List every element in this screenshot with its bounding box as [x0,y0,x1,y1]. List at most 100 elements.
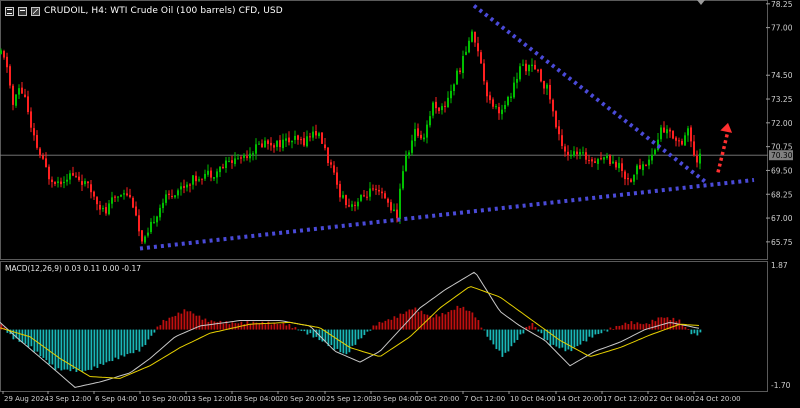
bullish-candle [603,157,605,160]
macd-histogram-negative-bar [348,329,351,353]
time-axis-label: 7 Oct 12:00 [464,395,505,403]
macd-histogram-positive-bar [285,325,288,330]
macd-histogram-positive-bar [189,311,192,330]
bullish-candle [225,160,227,168]
macd-histogram-negative-bar [111,329,114,362]
bullish-candle [666,129,668,134]
bearish-candle [480,52,482,64]
bearish-candle [75,175,77,177]
macd-histogram-negative-bar [57,329,60,369]
macd-histogram-negative-bar [354,329,357,345]
minimize-icon[interactable] [18,6,27,16]
bearish-candle [12,85,14,105]
bullish-candle [522,64,524,66]
bearish-candle [645,165,647,167]
macd-histogram-positive-bar [618,325,621,330]
bearish-candle [315,130,317,136]
bullish-candle [120,194,122,197]
bearish-candle [549,84,551,100]
bullish-candle [15,94,17,106]
macd-histogram-positive-bar [447,311,450,330]
macd-histogram-negative-bar [693,329,696,334]
bullish-candle [180,186,182,190]
macd-histogram-positive-bar [531,323,534,330]
bearish-candle [543,80,545,89]
current-price-label: 70.30 [771,151,793,160]
macd-histogram-positive-bar [234,323,237,330]
chart-window[interactable]: 78.25 77.00 74.50 73.25 72.00 70.75 69.50 68.25… [0,0,800,408]
time-axis-label: 2 Oct 20:00 [418,395,459,403]
bullish-candle [495,106,497,108]
bullish-candle [204,173,206,179]
macd-histogram-negative-bar [489,329,492,341]
bearish-candle [696,155,698,163]
bullish-candle [165,194,167,203]
macd-histogram-negative-bar [597,329,600,335]
macd-histogram-positive-bar [222,323,225,330]
bearish-candle [297,135,299,140]
bullish-candle [156,216,158,223]
bearish-candle [444,105,446,107]
bearish-candle [210,170,212,178]
bearish-candle [99,204,101,210]
macd-histogram-negative-bar [144,329,147,346]
time-axis-label: 22 Oct 04:00 [649,395,695,403]
bullish-projection-arrow[interactable] [716,130,730,173]
bullish-candle [318,133,320,137]
macd-histogram-negative-bar [102,329,105,365]
macd-histogram-positive-bar [288,324,291,330]
macd-histogram-negative-bar [93,329,96,367]
macd-histogram-negative-bar [504,329,507,353]
macd-histogram-positive-bar [171,316,174,330]
ascending-support-line[interactable] [139,177,755,251]
macd-histogram-negative-bar [600,329,603,334]
bullish-candle [570,155,572,157]
bullish-candle [123,193,125,195]
bullish-candle [408,152,410,156]
bullish-candle [510,96,512,98]
price-chart-canvas[interactable]: 78.2577.0074.5073.2572.0070.7569.5068.25… [0,0,800,408]
macd-histogram-negative-bar [564,329,567,352]
chart-window-icon[interactable] [5,6,14,16]
macd-histogram-positive-bar [534,327,537,330]
bullish-candle [252,153,254,155]
chart-shift-marker-icon[interactable] [697,0,705,5]
bullish-candle [651,154,653,161]
macd-histogram-negative-bar [36,329,39,352]
macd-histogram-negative-bar [333,329,336,350]
macd-histogram-positive-bar [621,325,624,330]
macd-histogram-positive-bar [411,309,414,330]
bullish-candle [405,154,407,171]
bullish-candle [66,179,68,182]
macd-histogram-positive-bar [426,314,429,330]
bullish-candle [216,171,218,178]
maximize-icon[interactable] [31,6,40,16]
bullish-candle [312,131,314,138]
bullish-candle [456,70,458,85]
price-axis-label: 73.25 [771,95,793,104]
macd-histogram-negative-bar [147,329,150,340]
macd-histogram-negative-bar [519,329,522,335]
macd-histogram-positive-bar [435,314,438,330]
time-axis-label: 25 Sep 12:00 [326,395,373,403]
macd-histogram-positive-bar [480,327,483,330]
macd-histogram-positive-bar [279,324,282,330]
macd-histogram-positive-bar [372,325,375,330]
bullish-candle [357,201,359,207]
macd-histogram-negative-bar [483,329,486,331]
macd-histogram-negative-bar [579,329,582,345]
bullish-candle [18,88,20,95]
macd-axis-label: -1.70 [771,381,791,390]
descending-resistance-line[interactable] [472,4,710,186]
bearish-candle [114,196,116,198]
macd-histogram-positive-bar [672,317,675,330]
macd-histogram-positive-bar [459,308,462,330]
macd-histogram-positive-bar [294,327,297,330]
bearish-candle [345,195,347,206]
bearish-candle [324,144,326,149]
macd-histogram-positive-bar [201,319,204,330]
bearish-candle [483,63,485,82]
bullish-candle [648,159,650,166]
price-axis-label: 78.25 [771,0,793,9]
macd-histogram-negative-bar [153,329,156,333]
